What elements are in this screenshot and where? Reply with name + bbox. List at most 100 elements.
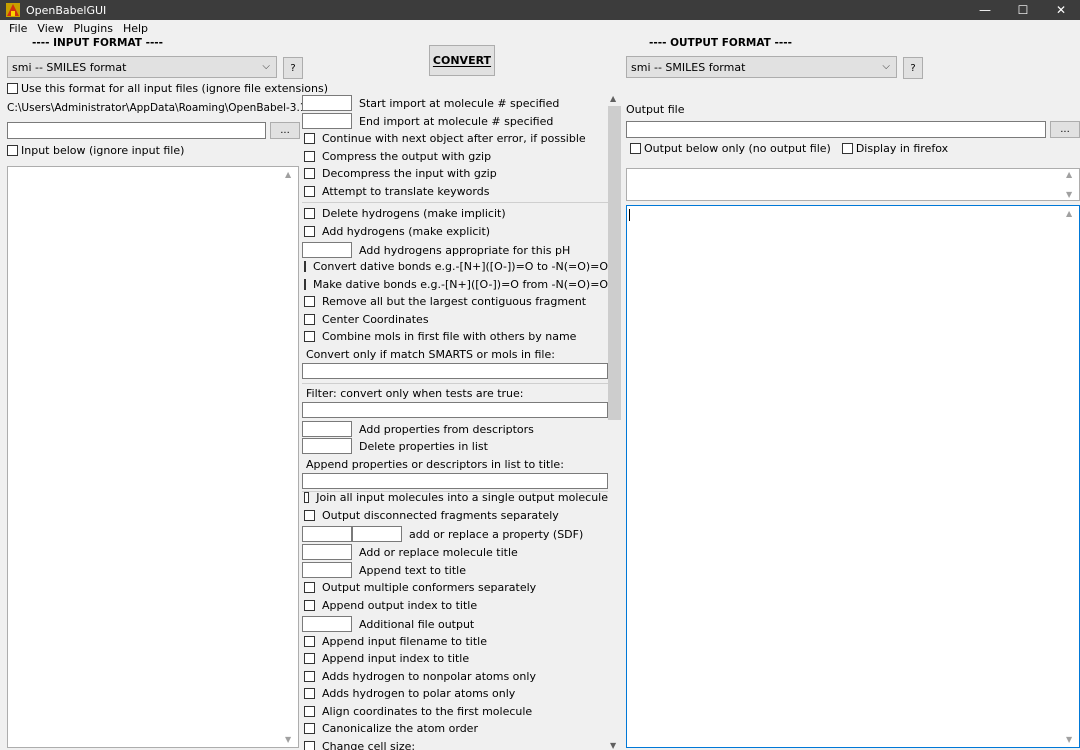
- change-cell-size-checkbox[interactable]: [304, 741, 315, 750]
- output-messages-scrollbar[interactable]: ▲ ▼: [1063, 169, 1079, 200]
- option-label: Append input index to title: [322, 652, 470, 665]
- add-hydrogens-checkbox[interactable]: [304, 226, 315, 237]
- option-row: Continue with next object after error, i…: [302, 132, 608, 145]
- option-row: Remove all but the largest contiguous fr…: [302, 295, 608, 308]
- start-import-input[interactable]: [302, 95, 352, 111]
- options-scrollbar-thumb[interactable]: [608, 106, 621, 420]
- scroll-up-icon: ▲: [285, 170, 292, 179]
- output-browse-button[interactable]: ...: [1050, 121, 1080, 138]
- chevron-down-icon: ⌵: [262, 61, 270, 72]
- input-textarea-scrollbar[interactable]: ▲ ▼: [282, 167, 298, 747]
- option-label: Delete hydrogens (make implicit): [322, 207, 506, 220]
- append-filename-checkbox[interactable]: [304, 636, 315, 647]
- disconnected-fragments-checkbox[interactable]: [304, 510, 315, 521]
- property-name-input[interactable]: [302, 526, 352, 542]
- conformers-checkbox[interactable]: [304, 582, 315, 593]
- option-row: Output disconnected fragments separately: [302, 509, 608, 522]
- scroll-down-icon: ▼: [1066, 190, 1073, 199]
- translate-checkbox[interactable]: [304, 186, 315, 197]
- option-label: Append input filename to title: [322, 635, 487, 648]
- option-row: Append output index to title: [302, 599, 608, 612]
- largest-fragment-checkbox[interactable]: [304, 296, 315, 307]
- divider: [302, 202, 608, 203]
- output-file-label: Output file: [626, 103, 685, 116]
- output-below-only-checkbox[interactable]: [630, 143, 641, 154]
- append-properties-input[interactable]: [302, 473, 608, 489]
- output-below-only-label: Output below only (no output file): [644, 142, 831, 155]
- option-label: Append properties or descriptors in list…: [306, 458, 564, 471]
- option-label: Remove all but the largest contiguous fr…: [322, 295, 587, 308]
- align-coordinates-checkbox[interactable]: [304, 706, 315, 717]
- output-textarea-scrollbar[interactable]: ▲ ▼: [1063, 206, 1079, 747]
- menu-view[interactable]: View: [37, 22, 63, 35]
- center-coordinates-checkbox[interactable]: [304, 314, 315, 325]
- output-format-heading: ---- OUTPUT FORMAT ----: [649, 37, 792, 49]
- dative-make-checkbox[interactable]: [304, 279, 306, 290]
- option-label: Adds hydrogen to polar atoms only: [322, 687, 516, 700]
- ph-input[interactable]: [302, 242, 352, 258]
- option-label: Append output index to title: [322, 599, 478, 612]
- input-browse-button[interactable]: ...: [270, 122, 300, 139]
- input-format-select[interactable]: smi -- SMILES format ⌵: [7, 56, 277, 78]
- append-input-index-checkbox[interactable]: [304, 653, 315, 664]
- option-label: Output disconnected fragments separately: [322, 509, 559, 522]
- output-format-help-button[interactable]: ?: [903, 57, 923, 79]
- smarts-input[interactable]: [302, 363, 608, 379]
- convert-button[interactable]: CONVERT: [429, 45, 495, 76]
- add-properties-input[interactable]: [302, 421, 352, 437]
- menu-bar: File View Plugins Help: [0, 20, 1080, 36]
- property-value-input[interactable]: [352, 526, 402, 542]
- delete-properties-input[interactable]: [302, 438, 352, 454]
- option-row: Compress the output with gzip: [302, 150, 608, 163]
- openbabel-app-icon: [6, 3, 20, 17]
- option-label: End import at molecule # specified: [359, 114, 554, 128]
- join-molecules-checkbox[interactable]: [304, 492, 310, 503]
- compress-checkbox[interactable]: [304, 151, 315, 162]
- append-output-index-checkbox[interactable]: [304, 600, 315, 611]
- display-firefox-checkbox[interactable]: [841, 143, 853, 154]
- option-label: Change cell size:: [322, 740, 416, 750]
- menu-plugins[interactable]: Plugins: [74, 22, 113, 35]
- h-polar-checkbox[interactable]: [304, 688, 315, 699]
- output-file-field[interactable]: [626, 121, 1046, 138]
- menu-file[interactable]: File: [9, 22, 27, 35]
- dative-convert-checkbox[interactable]: [304, 261, 306, 272]
- end-import-input[interactable]: [302, 113, 352, 129]
- filter-input[interactable]: [302, 402, 608, 418]
- option-row: Adds hydrogen to nonpolar atoms only: [302, 670, 608, 683]
- option-row: Start import at molecule # specified: [302, 95, 608, 111]
- append-text-input[interactable]: [302, 562, 352, 578]
- menu-help[interactable]: Help: [123, 22, 148, 35]
- h-nonpolar-checkbox[interactable]: [304, 671, 315, 682]
- scroll-down-icon: ▼: [610, 741, 617, 750]
- use-format-for-all-checkbox[interactable]: [7, 83, 18, 94]
- output-format-select[interactable]: smi -- SMILES format ⌵: [626, 56, 897, 78]
- input-format-help-button[interactable]: ?: [283, 57, 303, 79]
- option-row: Add or replace molecule title: [302, 544, 608, 560]
- input-file-field[interactable]: [7, 122, 266, 139]
- scroll-up-icon: ▲: [1066, 209, 1073, 218]
- convert-label: CONVERT: [432, 54, 492, 67]
- option-row: Adds hydrogen to polar atoms only: [302, 687, 608, 700]
- maximize-button[interactable]: ☐: [1004, 0, 1042, 20]
- option-row: Add hydrogens appropriate for this pH: [302, 242, 608, 258]
- option-label: Convert only if match SMARTS or mols in …: [306, 348, 555, 361]
- combine-mols-checkbox[interactable]: [304, 331, 315, 342]
- option-row: Convert dative bonds e.g.-[N+]([O-])=O t…: [302, 260, 608, 273]
- additional-output-input[interactable]: [302, 616, 352, 632]
- molecule-title-input[interactable]: [302, 544, 352, 560]
- continue-error-checkbox[interactable]: [304, 133, 315, 144]
- option-label: Add or replace molecule title: [359, 545, 518, 559]
- use-format-for-all-label: Use this format for all input files (ign…: [21, 82, 329, 95]
- option-label: Adds hydrogen to nonpolar atoms only: [322, 670, 536, 683]
- decompress-checkbox[interactable]: [304, 168, 315, 179]
- title-bar: OpenBabelGUI — ☐ ✕: [0, 0, 1080, 20]
- output-messages-textarea[interactable]: ▲ ▼: [626, 168, 1080, 201]
- minimize-button[interactable]: —: [966, 0, 1004, 20]
- input-below-checkbox[interactable]: [7, 145, 18, 156]
- output-textarea[interactable]: ▲ ▼: [626, 205, 1080, 748]
- close-button[interactable]: ✕: [1042, 0, 1080, 20]
- canonicalize-checkbox[interactable]: [304, 723, 315, 734]
- input-textarea[interactable]: ▲ ▼: [7, 166, 299, 748]
- delete-hydrogens-checkbox[interactable]: [304, 208, 315, 219]
